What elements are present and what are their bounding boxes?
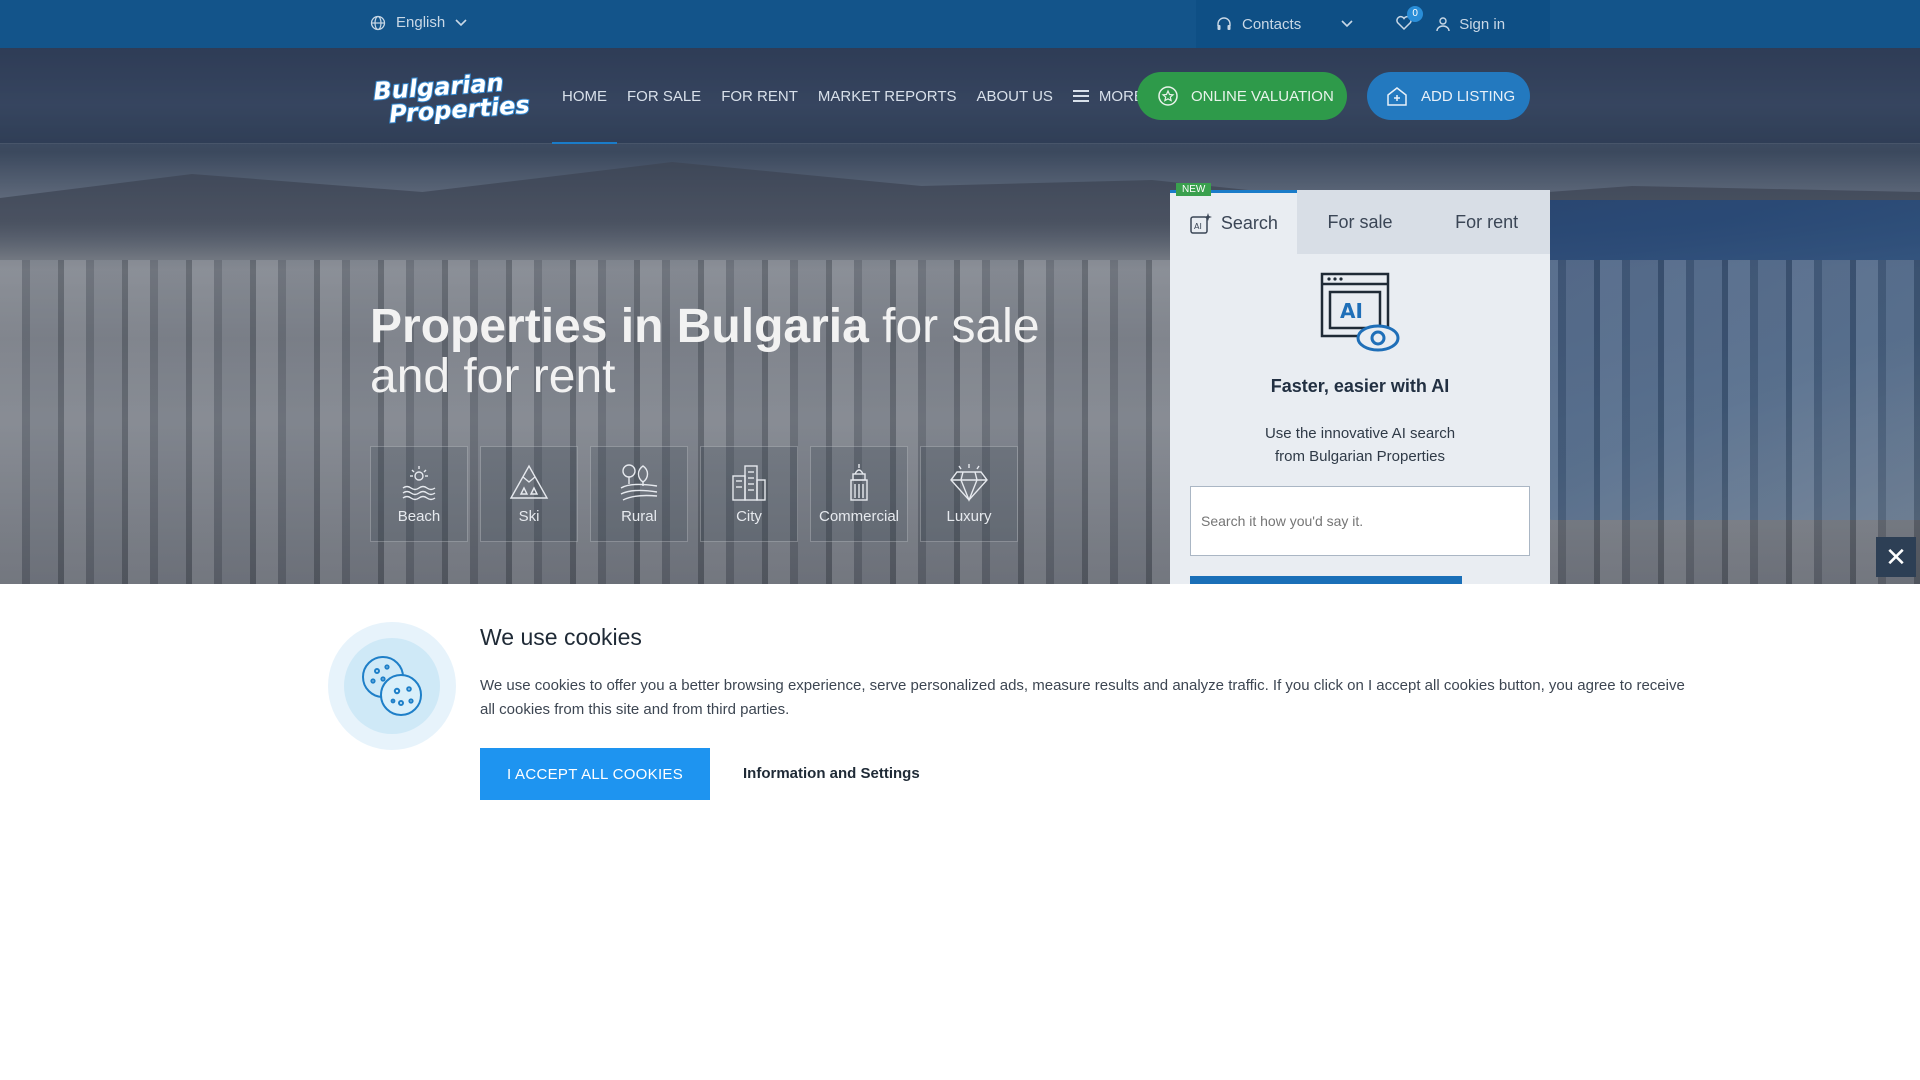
favorites-count-badge: 0	[1407, 6, 1424, 22]
ski-icon	[509, 464, 549, 499]
top-bar: English Contacts 0 Sign in	[0, 0, 1920, 48]
nav-for-rent[interactable]: FOR RENT	[711, 48, 808, 144]
hero-title: Properties in Bulgaria for sale and for …	[370, 302, 1090, 402]
top-bar-utilities: Contacts 0 Sign in	[1196, 0, 1550, 48]
category-beach[interactable]: Beach	[370, 446, 468, 542]
language-label: English	[396, 14, 446, 31]
category-label: Luxury	[946, 508, 992, 525]
category-city[interactable]: City	[700, 446, 798, 542]
category-label: Rural	[621, 508, 657, 525]
information-and-settings-link[interactable]: Information and Settings	[743, 765, 920, 782]
language-selector[interactable]: English	[370, 14, 467, 31]
add-listing-label: ADD LISTING	[1421, 87, 1516, 105]
tab-for-sale[interactable]: For sale	[1297, 190, 1424, 254]
headset-icon	[1217, 17, 1231, 30]
category-label: Beach	[397, 508, 441, 525]
nav-for-sale[interactable]: FOR SALE	[617, 48, 711, 144]
online-valuation-button[interactable]: ONLINE VALUATION	[1137, 72, 1347, 120]
contacts-dropdown[interactable]: Contacts	[1216, 16, 1353, 33]
nav-about-us[interactable]: ABOUT US	[967, 48, 1063, 144]
hamburger-icon	[1072, 90, 1089, 102]
contacts-label: Contacts	[1242, 15, 1302, 33]
new-tag: NEW	[1176, 183, 1212, 196]
search-panel: NEW AI Search For sale For rent AI Faste…	[1170, 183, 1550, 588]
tab-search[interactable]: NEW AI Search	[1170, 183, 1297, 254]
city-icon	[732, 465, 766, 501]
main-menu: HOME FOR SALE FOR RENT MARKET REPORTS AB…	[552, 48, 1154, 144]
sign-in-label: Sign in	[1459, 15, 1506, 33]
close-button[interactable]: ✕	[1876, 537, 1916, 577]
tab-for-rent[interactable]: For rent	[1423, 190, 1550, 254]
online-valuation-label: ONLINE VALUATION	[1191, 87, 1334, 105]
cookie-title: We use cookies	[480, 624, 642, 650]
category-list: Beach Ski Rural City Commercial Luxury	[370, 446, 1018, 542]
nav-market-reports[interactable]: MARKET REPORTS	[808, 48, 967, 144]
category-luxury[interactable]: Luxury	[920, 446, 1018, 542]
svg-text:AI: AI	[1340, 299, 1363, 323]
beach-icon	[402, 466, 436, 501]
svg-text:AI: AI	[1194, 222, 1202, 231]
category-rural[interactable]: Rural	[590, 446, 688, 542]
search-tabs: NEW AI Search For sale For rent	[1170, 183, 1550, 254]
chevron-down-icon	[455, 18, 467, 26]
category-commercial[interactable]: Commercial	[810, 446, 908, 542]
valuation-star-icon	[1158, 86, 1178, 106]
category-label: City	[736, 508, 762, 525]
commercial-icon	[850, 464, 868, 501]
cookie-icon-badge	[328, 622, 456, 750]
chevron-down-icon	[1341, 20, 1353, 28]
category-label: Ski	[518, 508, 540, 525]
rural-icon	[620, 464, 658, 501]
tab-search-label: Search	[1220, 213, 1278, 233]
category-label: Commercial	[818, 508, 899, 525]
category-ski[interactable]: Ski	[480, 446, 578, 542]
luxury-icon	[950, 464, 988, 502]
favorites-button[interactable]: 0	[1395, 6, 1424, 34]
house-plus-icon	[1387, 87, 1407, 106]
sign-in-link[interactable]: Sign in	[1435, 16, 1505, 33]
add-listing-button[interactable]: ADD LISTING	[1367, 72, 1530, 120]
logo[interactable]: Bulgarian Properties	[370, 68, 538, 124]
accept-all-cookies-button[interactable]: I ACCEPT ALL COOKIES	[480, 748, 710, 800]
cookie-icon	[362, 656, 422, 716]
search-panel-heading: Faster, easier with AI	[1270, 376, 1450, 396]
search-panel-description: Use the innovative AI search from Bulgar…	[1264, 425, 1456, 465]
ai-search-input[interactable]	[1190, 486, 1530, 556]
cookie-banner	[0, 584, 1920, 1080]
cookie-text: We use cookies to offer you a better bro…	[480, 677, 1685, 718]
hero-title-bold: Properties in Bulgaria	[370, 300, 869, 353]
page: English Contacts 0 Sign in Bulgarian Pro…	[0, 0, 1920, 1080]
user-icon	[1436, 17, 1450, 32]
ai-sparkle-icon: AI	[1190, 212, 1212, 234]
globe-icon	[370, 15, 386, 30]
nav-home[interactable]: HOME	[552, 48, 617, 144]
ai-browser-eye-icon: AI	[1320, 272, 1400, 352]
